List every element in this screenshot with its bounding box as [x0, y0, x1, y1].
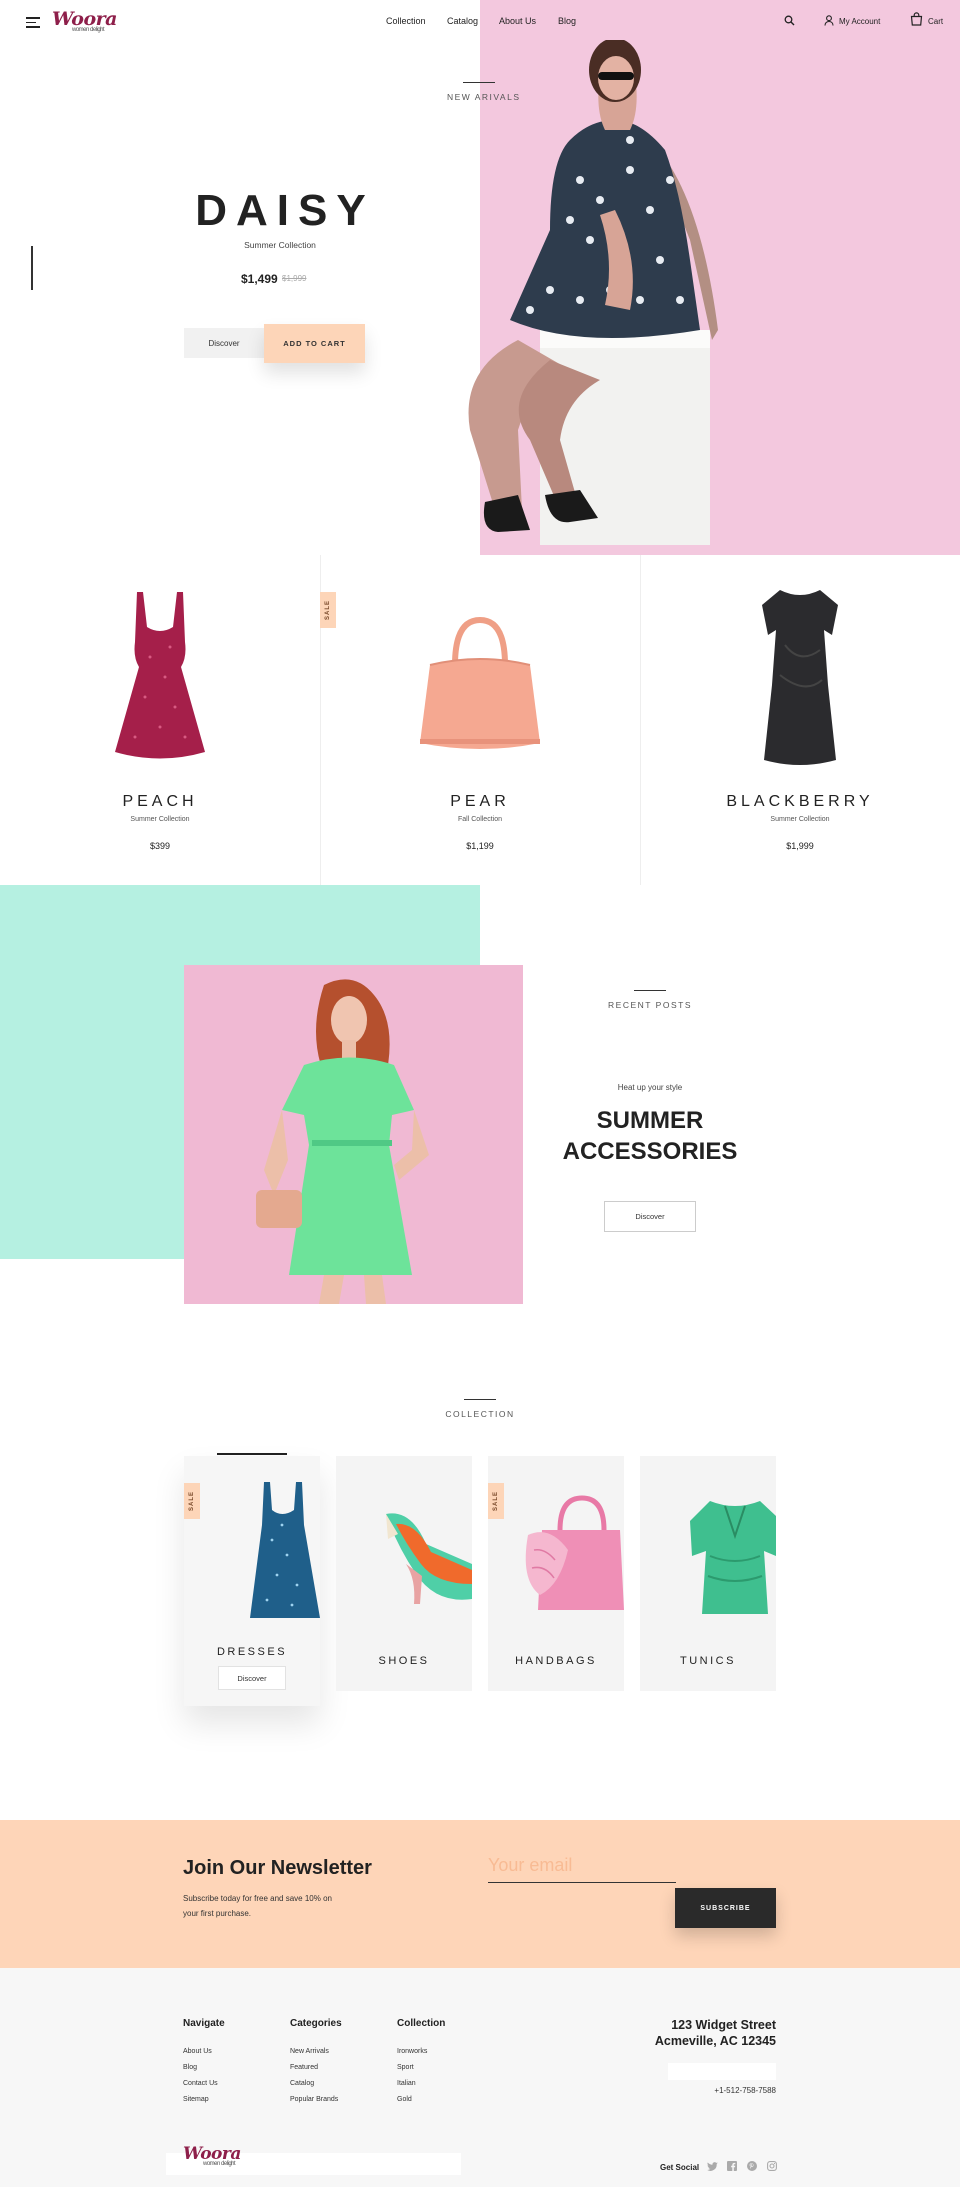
handbags-image [525, 1495, 624, 1610]
my-account-link[interactable]: My Account [839, 17, 880, 26]
blackberry-dress-image [762, 590, 838, 765]
collection-name: DRESSES [216, 1646, 288, 1658]
collection-name: TUNICS [680, 1655, 736, 1667]
dresses-image [250, 1482, 320, 1618]
cart-icon[interactable] [910, 12, 923, 26]
recent-post-kicker: Heat up your style [617, 1083, 683, 1092]
footer-address: 123 Widget Street Acmeville, AC 12345 [655, 2017, 776, 2049]
newsletter-text: Subscribe today for free and save 10% on… [183, 1894, 332, 1918]
collection-line [464, 1399, 496, 1400]
product-name[interactable]: PEACH [0, 793, 320, 811]
tunics-image [690, 1501, 776, 1614]
collection-card-tunics[interactable]: TUNICS [640, 1456, 776, 1691]
product-price: $1,999 [786, 841, 814, 851]
product-price: $399 [149, 841, 171, 851]
footer-link[interactable]: Contact Us [183, 2080, 218, 2087]
nav-about-us[interactable]: About Us [499, 16, 536, 26]
social-label: Get Social [660, 2163, 700, 2172]
footer-phone[interactable]: +1-512-758-7588 [714, 2086, 776, 2095]
footer-col-categories-title: Categories [290, 2018, 342, 2029]
address-line-2: Acmeville, AC 12345 [654, 2034, 776, 2048]
recent-posts-eyebrow: RECENT POSTS [608, 1000, 692, 1010]
nav-blog[interactable]: Blog [558, 16, 576, 26]
recent-post-title-line1: SUMMER [596, 1107, 704, 1134]
address-line-1: 123 Widget Street [671, 2018, 776, 2032]
collection-name: HANDBAGS [515, 1655, 597, 1667]
product-collection: Fall Collection [458, 816, 502, 823]
instagram-icon[interactable] [767, 2161, 777, 2171]
subscribe-button[interactable]: SUBSCRIBE [675, 1888, 776, 1928]
collection-card-shoes[interactable]: SHOES [336, 1456, 472, 1691]
pear-handbag-image [420, 616, 540, 749]
newsletter-title: Join Our Newsletter [183, 1857, 372, 1879]
footer-col-navigate-title: Navigate [183, 2018, 225, 2029]
footer-link[interactable]: Blog [183, 2064, 197, 2071]
search-icon[interactable] [784, 15, 795, 26]
footer-link[interactable]: New Arrivals [290, 2048, 329, 2055]
footer-logo[interactable]: Woora women delight [183, 2144, 241, 2167]
facebook-icon[interactable] [727, 2161, 737, 2171]
footer-logo-tagline: women delight [203, 2161, 236, 2167]
footer-link[interactable]: About Us [183, 2048, 212, 2055]
footer-map-placeholder [668, 2063, 776, 2080]
newsletter-section [0, 1820, 960, 1968]
menu-icon[interactable] [26, 17, 40, 28]
recent-post-title-line2: ACCESSORIES [562, 1138, 738, 1165]
collection-name: SHOES [378, 1655, 430, 1667]
twitter-icon[interactable] [707, 2162, 718, 2172]
newsletter-email-input[interactable]: Your email [488, 1855, 676, 1883]
nav-catalog[interactable]: Catalog [447, 16, 478, 26]
nav-collection[interactable]: Collection [386, 16, 426, 26]
hero-discover-button[interactable]: Discover [184, 328, 264, 358]
footer [0, 1968, 960, 2187]
footer-link[interactable]: Ironworks [397, 2048, 427, 2055]
add-to-cart-button[interactable]: ADD TO CART [264, 324, 365, 363]
footer-link[interactable]: Italian [397, 2080, 416, 2087]
collection-discover-button[interactable]: Discover [218, 1666, 286, 1690]
product-collection: Summer Collection [770, 816, 830, 823]
user-icon[interactable] [824, 15, 834, 26]
product-name[interactable]: PEAR [320, 793, 640, 811]
hero-slider-indicator[interactable] [31, 246, 33, 290]
product-card-peach[interactable]: PEACH Summer Collection $399 [0, 555, 320, 885]
recent-posts-line [634, 990, 666, 991]
recent-post-discover-button[interactable]: Discover [604, 1201, 696, 1232]
sale-badge: SALE [488, 1483, 504, 1519]
peach-dress-image [115, 592, 205, 759]
footer-link[interactable]: Featured [290, 2064, 318, 2071]
collection-card-dresses[interactable]: SALE DRESSES Discover [184, 1456, 320, 1706]
summer-model-image [256, 979, 429, 1304]
collection-active-indicator [217, 1453, 287, 1455]
sale-badge: SALE [320, 592, 336, 628]
collection-eyebrow: COLLECTION [445, 1409, 515, 1419]
pinterest-icon[interactable] [747, 2161, 757, 2171]
product-name[interactable]: BLACKBERRY [640, 793, 960, 811]
footer-link[interactable]: Sport [397, 2064, 414, 2071]
shoes-image [386, 1513, 472, 1604]
cart-link[interactable]: Cart [928, 17, 943, 26]
recent-post-image[interactable] [184, 965, 523, 1304]
product-card-blackberry[interactable]: BLACKBERRY Summer Collection $1,999 [640, 555, 960, 885]
footer-link[interactable]: Sitemap [183, 2096, 209, 2103]
footer-col-collection-title: Collection [397, 2018, 446, 2029]
product-collection: Summer Collection [130, 816, 190, 823]
footer-link[interactable]: Catalog [290, 2080, 314, 2087]
product-card-pear[interactable]: SALE PEAR Fall Collection $1,199 [320, 555, 640, 885]
hero-old-price: $1,999 [282, 274, 307, 283]
hero-price: $1,499 [241, 272, 278, 286]
recent-post-title[interactable]: SUMMER ACCESSORIES [540, 1105, 760, 1167]
collection-card-handbags[interactable]: SALE HANDBAGS [488, 1456, 624, 1691]
logo[interactable]: Woora women delight [52, 8, 117, 33]
footer-link[interactable]: Popular Brands [290, 2096, 338, 2103]
sale-badge: SALE [184, 1483, 200, 1519]
footer-link[interactable]: Gold [397, 2096, 412, 2103]
hero-model-image [468, 40, 718, 545]
product-price: $1,199 [466, 841, 494, 851]
